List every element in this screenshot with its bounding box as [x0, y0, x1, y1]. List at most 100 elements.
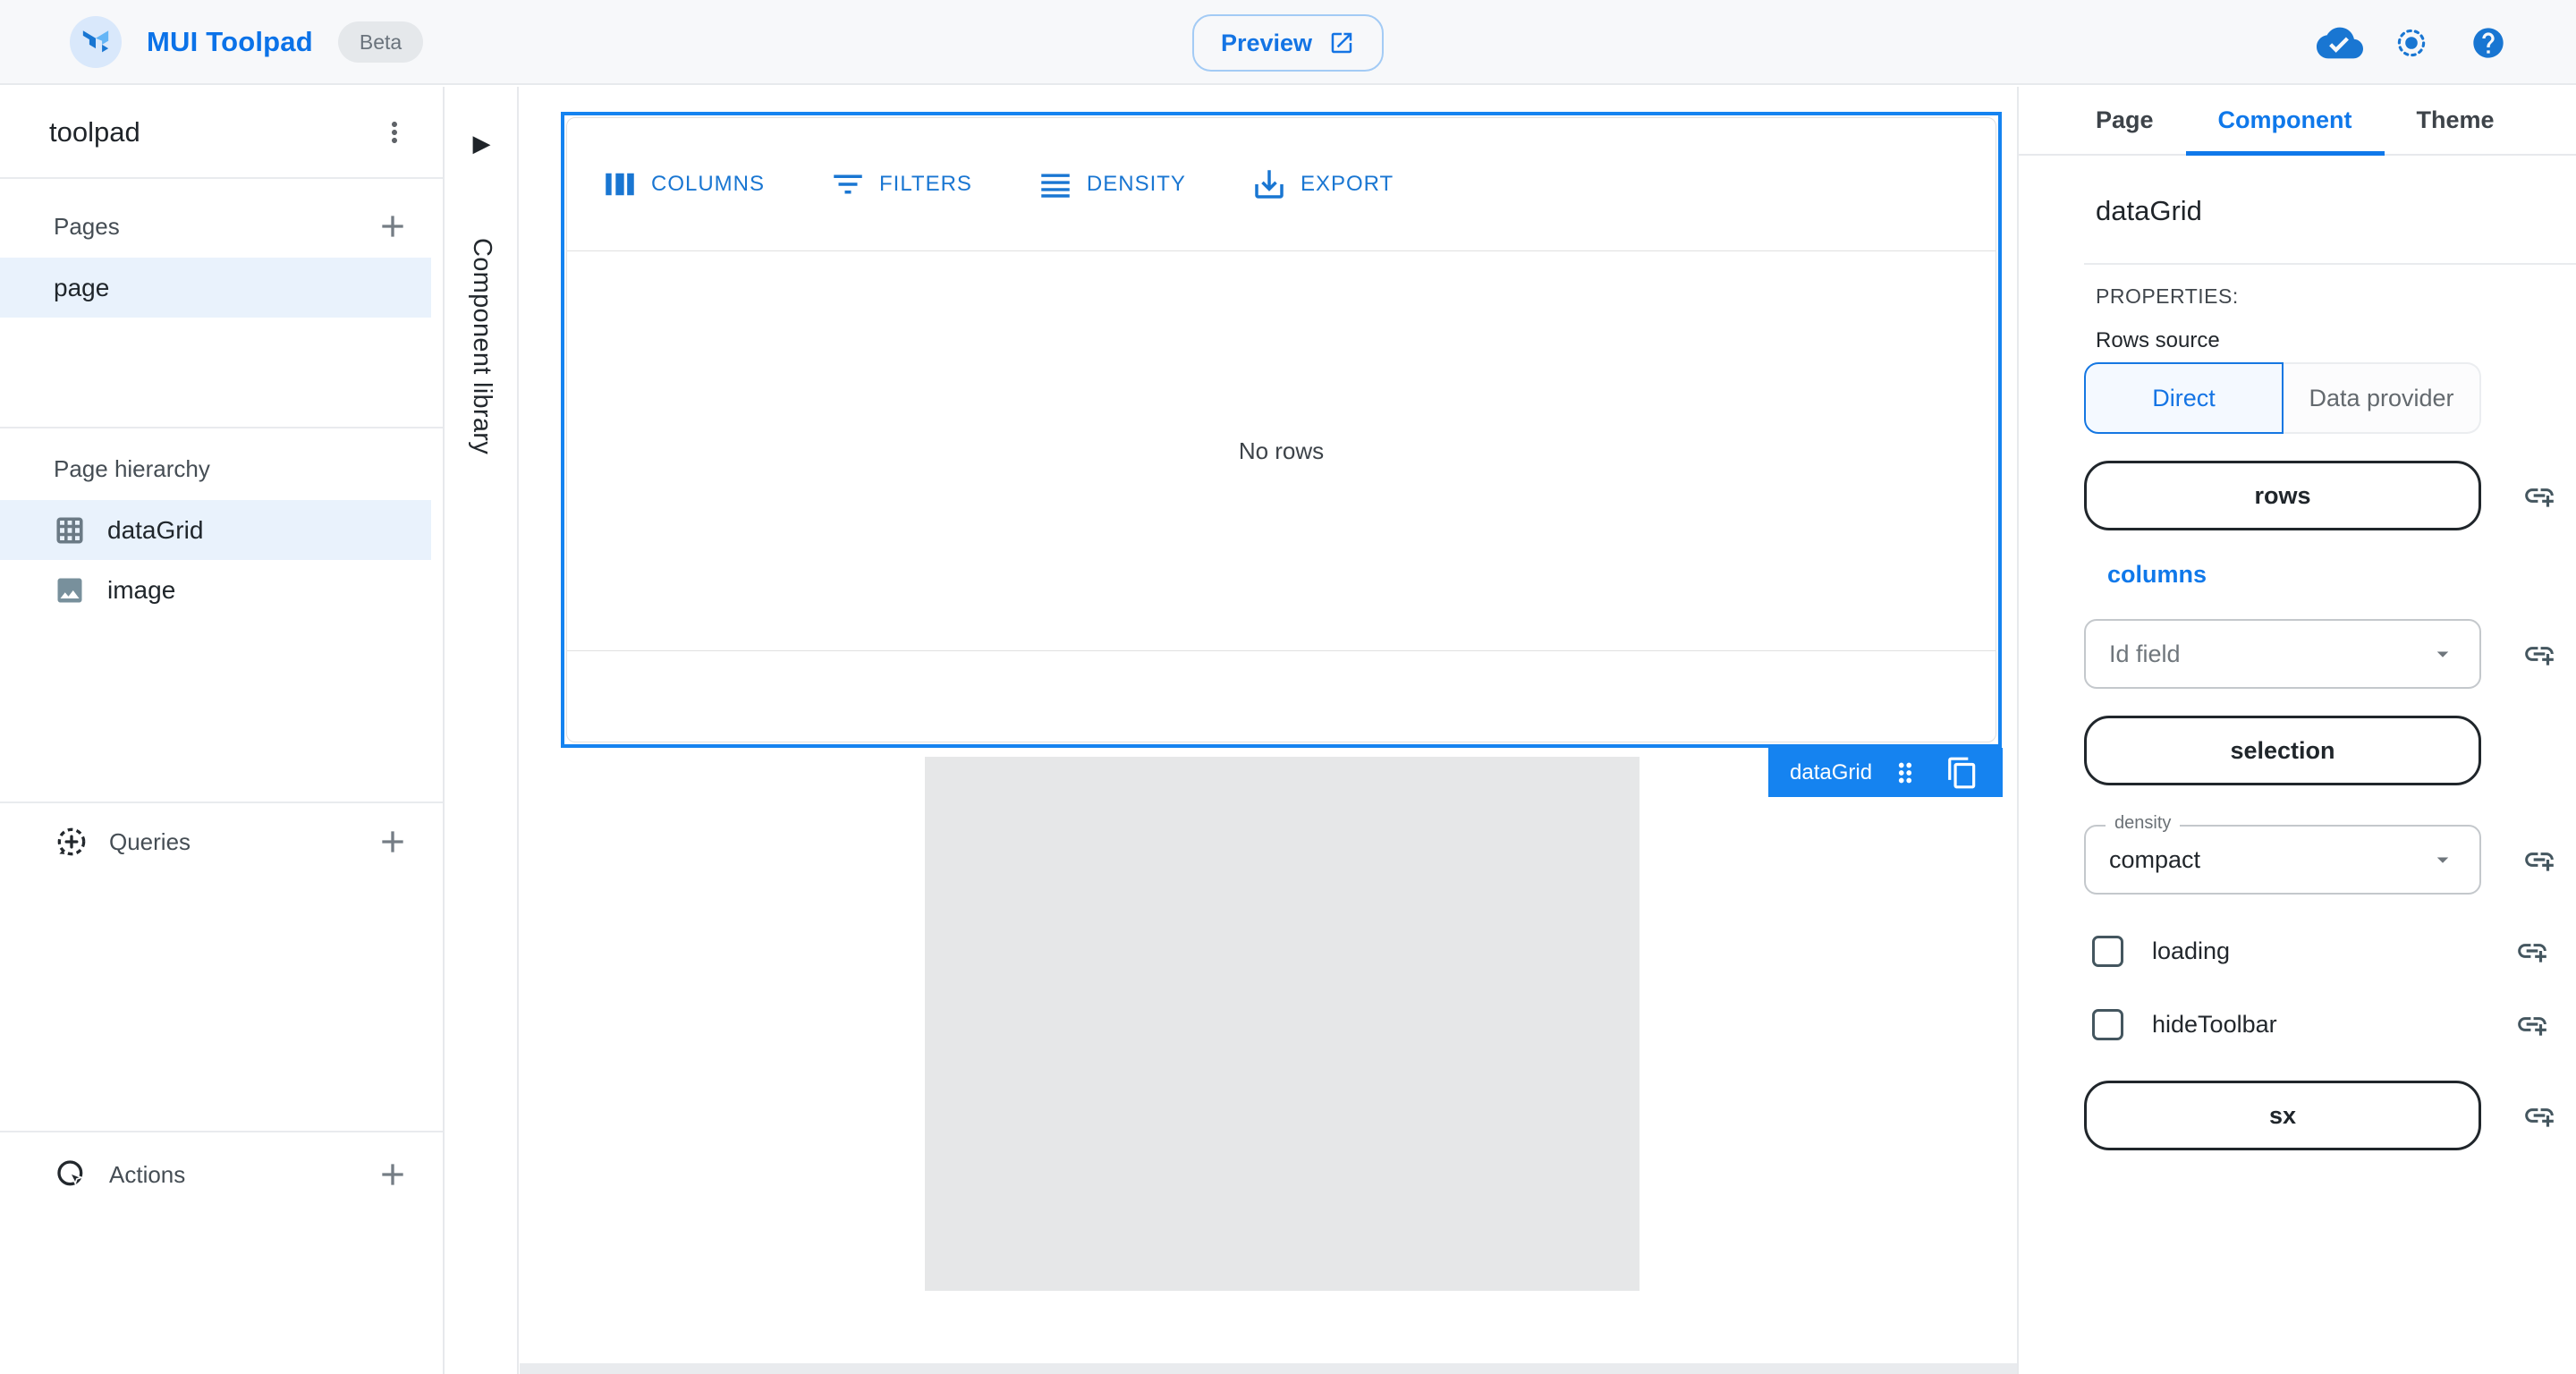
rows-source-label: Rows source: [2096, 328, 2576, 353]
page-item-label: page: [54, 274, 109, 302]
selection-property-button[interactable]: selection: [2084, 716, 2481, 785]
chevron-down-icon: [2429, 640, 2456, 667]
rows-property-button[interactable]: rows: [2084, 461, 2481, 530]
sidebar-item-image[interactable]: image: [0, 560, 443, 620]
columns-icon: [601, 165, 639, 203]
image-item-label: image: [107, 576, 175, 605]
open-in-new-icon: [1328, 30, 1355, 56]
beta-badge: Beta: [338, 21, 423, 63]
density-icon: [1037, 165, 1074, 203]
selection-toolbar: dataGrid: [1768, 748, 2003, 797]
component-library-label[interactable]: Component library: [467, 238, 496, 454]
image-icon: [54, 574, 86, 606]
add-link-icon: [2522, 1098, 2556, 1132]
datagrid-rows-area: No rows: [567, 251, 1996, 651]
datagrid-footer: [567, 651, 1996, 742]
rows-source-direct-button[interactable]: Direct: [2084, 362, 2284, 434]
mui-logo: [70, 16, 122, 68]
bind-hide-toolbar-button[interactable]: [2515, 1007, 2549, 1041]
id-field-select[interactable]: Id field: [2084, 619, 2481, 689]
datagrid-toolbar: COLUMNS FILTERS DENSITY: [567, 118, 1996, 251]
pages-section-label: Pages: [54, 213, 120, 241]
preview-button[interactable]: Preview: [1192, 14, 1384, 72]
actions-section-label: Actions: [54, 1157, 185, 1192]
export-button[interactable]: EXPORT: [1236, 153, 1408, 216]
sidebar-item-datagrid[interactable]: dataGrid: [0, 500, 431, 560]
datagrid-component-selected[interactable]: COLUMNS FILTERS DENSITY: [561, 112, 2002, 748]
datagrid-item-label: dataGrid: [107, 516, 203, 545]
chevron-down-icon: [2429, 846, 2456, 873]
columns-button[interactable]: COLUMNS: [587, 153, 779, 216]
density-select[interactable]: density compact: [2084, 825, 2481, 895]
queries-section-label: Queries: [54, 824, 191, 860]
app-header: MUI Toolpad Beta Preview: [0, 0, 2576, 85]
inspector-tabs: Page Component Theme: [2019, 87, 2576, 156]
bind-rows-button[interactable]: [2522, 479, 2556, 513]
help-icon: [2470, 25, 2506, 61]
bind-loading-button[interactable]: [2515, 934, 2549, 968]
density-select-label: density: [2106, 813, 2180, 834]
expand-library-icon[interactable]: ▶: [473, 130, 491, 157]
explorer-sidebar: toolpad Pages page Page hierarchy dataGr…: [0, 87, 445, 1374]
density-value: compact: [2109, 846, 2429, 874]
selection-chip-label: dataGrid: [1790, 760, 1872, 785]
plus-icon: [375, 824, 411, 860]
hide-toolbar-checkbox[interactable]: [2092, 1009, 2123, 1040]
inspector-panel: Page Component Theme dataGrid PROPERTIES…: [2017, 87, 2576, 1374]
rows-source-data-provider-button[interactable]: Data provider: [2284, 362, 2481, 434]
light-mode-icon: [2394, 26, 2428, 60]
properties-label: PROPERTIES:: [2096, 284, 2576, 309]
help-button[interactable]: [2460, 14, 2517, 72]
queries-icon: [54, 824, 89, 860]
project-name: toolpad: [49, 116, 140, 148]
tab-component[interactable]: Component: [2186, 87, 2385, 154]
add-action-button[interactable]: [375, 1157, 411, 1192]
rows-source-toggle: Direct Data provider: [2084, 362, 2481, 434]
add-link-icon: [2522, 479, 2556, 513]
cloud-sync-status-icon: [2317, 20, 2363, 66]
id-field-value: Id field: [2109, 640, 2429, 668]
actions-icon: [54, 1157, 89, 1192]
mui-logo-icon: [80, 27, 111, 57]
duplicate-component-button[interactable]: [1945, 756, 1979, 790]
plus-icon: [375, 1157, 411, 1192]
drag-handle[interactable]: [1890, 758, 1920, 788]
page-canvas: COLUMNS FILTERS DENSITY: [520, 87, 2017, 1374]
more-vert-icon: [378, 116, 411, 148]
canvas-scroll-strip: [520, 1363, 2017, 1374]
no-rows-message: No rows: [1239, 437, 1324, 465]
add-page-button[interactable]: [375, 208, 411, 244]
columns-editor-link[interactable]: columns: [2107, 561, 2207, 589]
component-name-title: dataGrid: [2084, 156, 2576, 265]
add-link-icon: [2515, 934, 2549, 968]
component-library-panel: ▶ Component library: [446, 87, 519, 1374]
tab-page[interactable]: Page: [2063, 87, 2186, 154]
drag-indicator-icon: [1890, 758, 1920, 788]
filters-button[interactable]: FILTERS: [815, 153, 987, 216]
plus-icon: [375, 208, 411, 244]
density-button[interactable]: DENSITY: [1022, 153, 1200, 216]
add-query-button[interactable]: [375, 824, 411, 860]
add-link-icon: [2522, 637, 2556, 671]
datagrid-paper: COLUMNS FILTERS DENSITY: [566, 117, 1996, 742]
app-title: MUI Toolpad: [147, 26, 313, 58]
preview-button-label: Preview: [1221, 30, 1312, 57]
sx-property-button[interactable]: sx: [2084, 1081, 2481, 1150]
tab-theme[interactable]: Theme: [2385, 87, 2527, 154]
bind-sx-button[interactable]: [2522, 1098, 2556, 1132]
loading-label: loading: [2152, 937, 2474, 965]
filter-icon: [829, 165, 867, 203]
add-link-icon: [2515, 1007, 2549, 1041]
hierarchy-section-label: Page hierarchy: [54, 455, 210, 483]
theme-toggle-button[interactable]: [2383, 14, 2440, 72]
image-component[interactable]: [925, 757, 1640, 1291]
project-menu-button[interactable]: [378, 116, 411, 148]
export-icon: [1250, 165, 1288, 203]
data-grid-icon: [54, 514, 86, 547]
add-link-icon: [2522, 843, 2556, 877]
copy-icon: [1945, 756, 1979, 790]
loading-checkbox[interactable]: [2092, 936, 2123, 967]
bind-density-button[interactable]: [2522, 843, 2556, 877]
bind-id-field-button[interactable]: [2522, 637, 2556, 671]
sidebar-item-page[interactable]: page: [0, 258, 431, 318]
